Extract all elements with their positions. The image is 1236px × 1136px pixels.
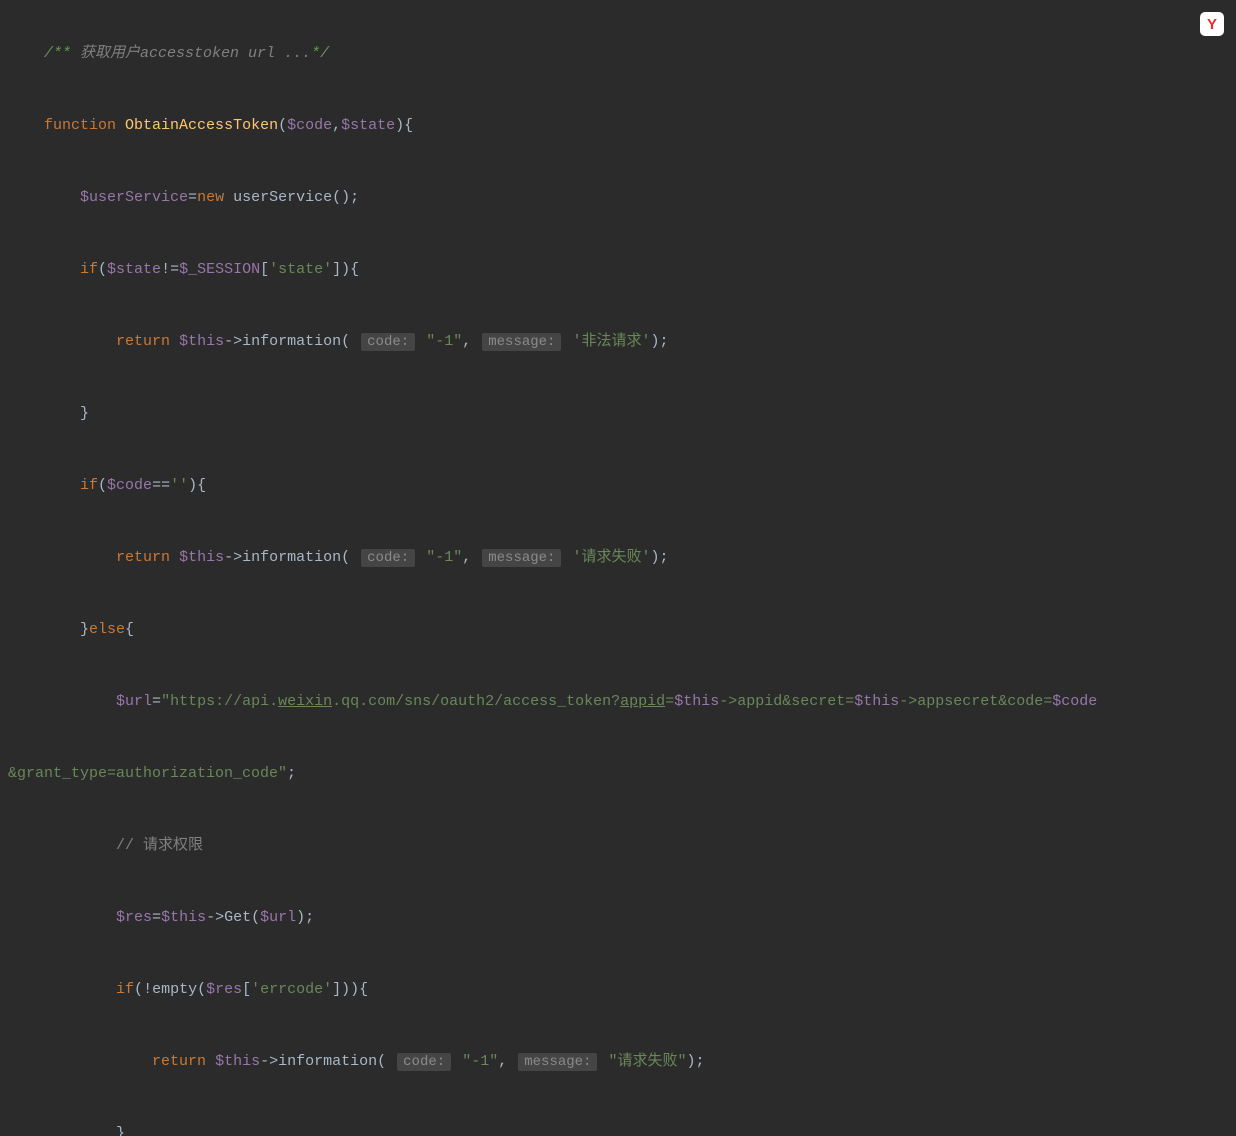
parameter-hint: code:: [397, 1053, 451, 1071]
variable: $state: [107, 261, 161, 278]
keyword-else: else: [89, 621, 125, 638]
class-name: userService: [233, 189, 332, 206]
operator: =: [152, 693, 161, 710]
variable: $code: [1052, 693, 1097, 710]
string: ": [161, 693, 170, 710]
url-text: =: [665, 693, 674, 710]
keyword-if: if: [116, 981, 134, 998]
code-line: }: [8, 396, 1228, 432]
operator: !=: [161, 261, 179, 278]
operator: ==: [152, 477, 170, 494]
url-text: ->appsecret&code=: [899, 693, 1052, 710]
variable: $url: [116, 693, 152, 710]
code-line: if($state!=$_SESSION['state']){: [8, 252, 1228, 288]
parameter-hint: code:: [361, 549, 415, 567]
variable: $res: [206, 981, 242, 998]
builtin: empty: [152, 981, 197, 998]
parameter-hint: message:: [482, 549, 561, 567]
code-editor[interactable]: /** 获取用户accesstoken url ...*/ function O…: [0, 0, 1236, 1136]
string: '': [170, 477, 188, 494]
url-text: .qq.com/sns/oauth2/access_token?: [332, 693, 620, 710]
method-call: Get: [224, 909, 251, 926]
keyword-return: return: [152, 1053, 206, 1070]
url-text: appid: [620, 693, 665, 710]
string: 'errcode': [251, 981, 332, 998]
keyword-return: return: [116, 333, 170, 350]
variable: $this: [854, 693, 899, 710]
operator: !: [143, 981, 152, 998]
string: "-1": [462, 1053, 498, 1070]
code-line: if($code==''){: [8, 468, 1228, 504]
variable: $userService: [80, 189, 188, 206]
comment: // 请求权限: [116, 837, 203, 854]
code-line: }: [8, 1116, 1228, 1136]
string: "-1": [426, 333, 462, 350]
code-line: }else{: [8, 612, 1228, 648]
string: "请求失败": [608, 1053, 686, 1070]
param: $state: [341, 117, 395, 134]
code-line: return $this->information( code: "-1", m…: [8, 1044, 1228, 1080]
variable: $this: [161, 909, 206, 926]
code-line: $url="https://api.weixin.qq.com/sns/oaut…: [8, 684, 1228, 720]
param: $code: [287, 117, 332, 134]
url-text: https://api.: [170, 693, 278, 710]
method-call: information: [242, 549, 341, 566]
url-text: ->appid&secret=: [719, 693, 854, 710]
code-line: function ObtainAccessToken($code,$state)…: [8, 108, 1228, 144]
method-call: information: [242, 333, 341, 350]
yandex-badge-icon[interactable]: Y: [1200, 12, 1224, 36]
method-call: information: [278, 1053, 377, 1070]
keyword-if: if: [80, 261, 98, 278]
keyword-new: new: [197, 189, 224, 206]
doc-comment-end: */: [311, 45, 329, 62]
keyword-return: return: [116, 549, 170, 566]
url-text: weixin: [278, 693, 332, 710]
code-line: return $this->information( code: "-1", m…: [8, 540, 1228, 576]
doc-comment-start: /**: [44, 45, 71, 62]
string: '非法请求': [572, 333, 650, 350]
parameter-hint: code:: [361, 333, 415, 351]
code-line: if(!empty($res['errcode'])){: [8, 972, 1228, 1008]
function-name: ObtainAccessToken: [125, 117, 278, 134]
doc-comment-text: 获取用户accesstoken url ...: [71, 45, 311, 62]
code-line: $userService=new userService();: [8, 180, 1228, 216]
string: '请求失败': [572, 549, 650, 566]
variable: $this: [674, 693, 719, 710]
variable: $this: [179, 333, 224, 350]
operator: ->: [224, 333, 242, 350]
variable: $res: [116, 909, 152, 926]
string: 'state': [269, 261, 332, 278]
variable: $this: [215, 1053, 260, 1070]
code-line: // 请求权限: [8, 828, 1228, 864]
parameter-hint: message:: [482, 333, 561, 351]
variable: $this: [179, 549, 224, 566]
code-line: /** 获取用户accesstoken url ...*/: [8, 36, 1228, 72]
code-line: &grant_type=authorization_code";: [8, 756, 1228, 792]
string: "-1": [426, 549, 462, 566]
variable: $code: [107, 477, 152, 494]
variable: $_SESSION: [179, 261, 260, 278]
code-line: $res=$this->Get($url);: [8, 900, 1228, 936]
keyword-function: function: [44, 117, 116, 134]
keyword-if: if: [80, 477, 98, 494]
url-text: &grant_type=authorization_code": [8, 765, 287, 782]
parameter-hint: message:: [518, 1053, 597, 1071]
variable: $url: [260, 909, 296, 926]
code-line: return $this->information( code: "-1", m…: [8, 324, 1228, 360]
